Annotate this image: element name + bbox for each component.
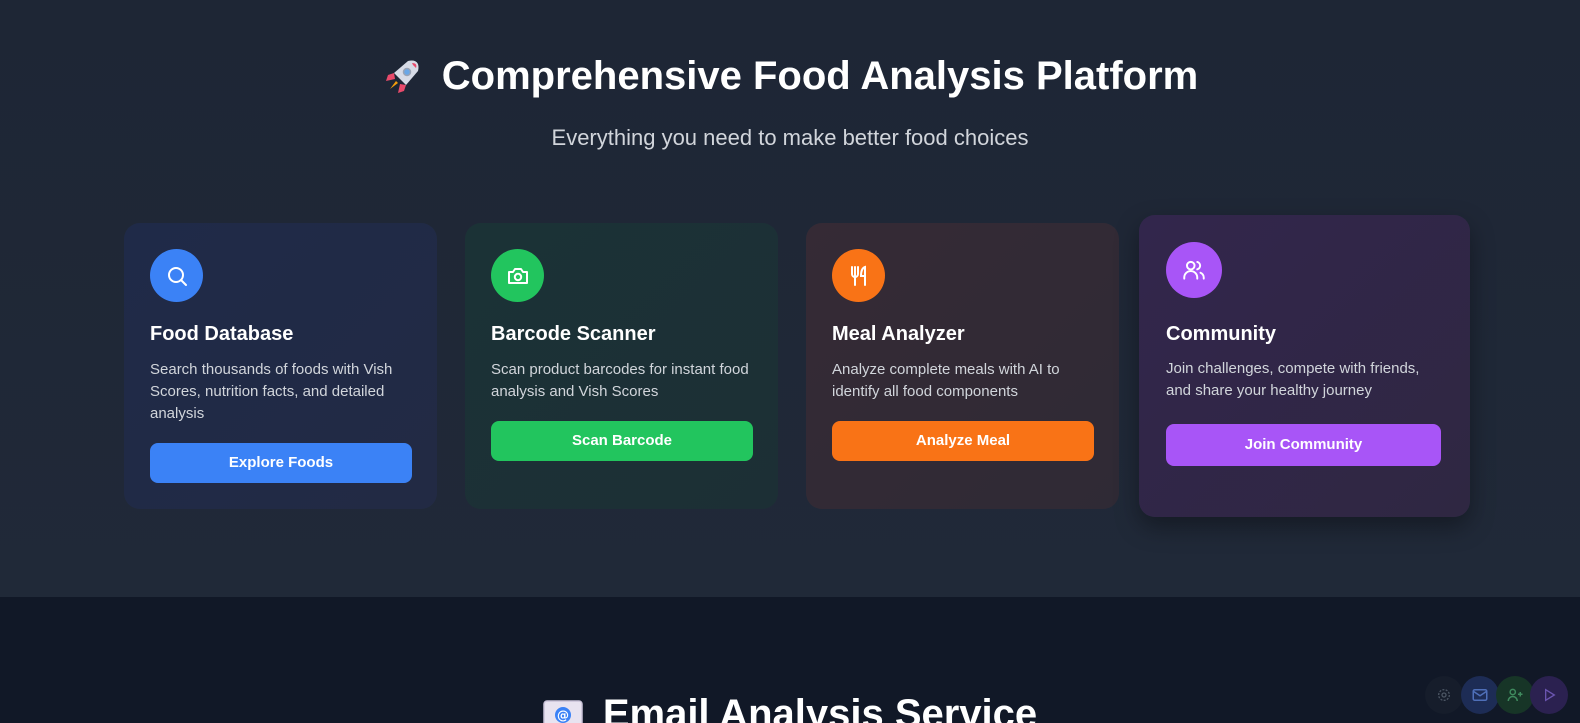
card-description: Scan product barcodes for instant food a… — [491, 361, 749, 400]
card-title: Food Database — [150, 323, 294, 345]
card-description: Analyze complete meals with AI to identi… — [832, 361, 1060, 400]
user-plus-icon — [1507, 688, 1523, 702]
scan-barcode-button[interactable]: Scan Barcode — [491, 421, 753, 461]
page-subtitle: Everything you need to make better food … — [551, 125, 1029, 150]
email-section-title: Email Analysis Service — [602, 692, 1038, 723]
mail-icon — [1472, 689, 1488, 701]
food-database-card: Food Database Search thousands of foods … — [124, 223, 437, 509]
svg-text:@: @ — [557, 709, 569, 723]
email-icon: @ — [543, 700, 583, 723]
settings-button[interactable] — [1425, 676, 1463, 714]
card-title: Barcode Scanner — [491, 323, 656, 345]
camera-icon — [491, 249, 544, 302]
gear-icon — [1438, 689, 1450, 701]
card-description: Join challenges, compete with friends, a… — [1166, 360, 1420, 399]
utensils-icon — [832, 249, 885, 302]
card-description: Search thousands of foods with Vish Scor… — [150, 361, 393, 422]
play-button[interactable] — [1530, 676, 1568, 714]
barcode-scanner-card: Barcode Scanner Scan product barcodes fo… — [465, 223, 778, 509]
analyze-meal-button[interactable]: Analyze Meal — [832, 421, 1094, 461]
page-title: Comprehensive Food Analysis Platform — [441, 54, 1199, 98]
explore-foods-button[interactable]: Explore Foods — [150, 443, 412, 483]
features-heading: Comprehensive Food Analysis Platform — [0, 48, 1580, 104]
meal-analyzer-card: Meal Analyzer Analyze complete meals wit… — [806, 223, 1119, 509]
card-title: Meal Analyzer — [832, 323, 965, 345]
search-icon — [150, 249, 203, 302]
community-card: Community Join challenges, compete with … — [1139, 215, 1470, 517]
play-icon — [1545, 688, 1556, 702]
rocket-icon — [385, 60, 419, 93]
users-icon — [1166, 242, 1222, 298]
mail-button[interactable] — [1461, 676, 1499, 714]
card-title: Community — [1166, 323, 1276, 345]
join-community-button[interactable]: Join Community — [1166, 424, 1441, 466]
email-heading: @ Email Analysis Service — [0, 686, 1580, 723]
add-user-button[interactable] — [1496, 676, 1534, 714]
